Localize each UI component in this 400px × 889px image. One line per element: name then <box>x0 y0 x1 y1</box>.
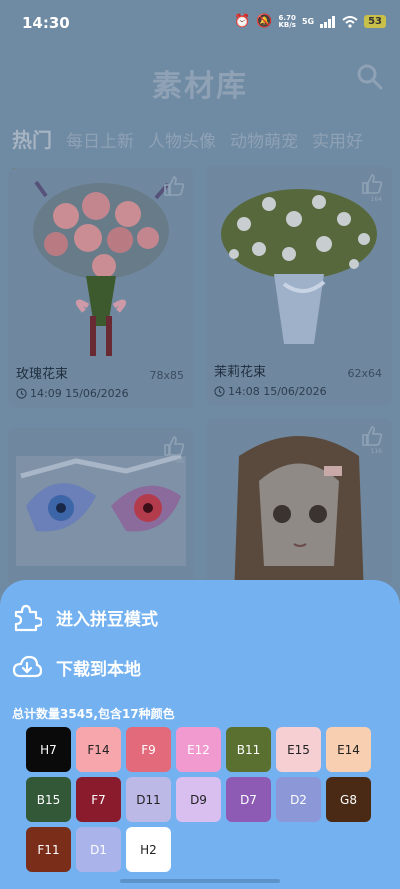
color-swatch[interactable]: H2 <box>126 827 171 872</box>
tab-pets[interactable]: 动物萌宠 <box>230 124 298 164</box>
color-swatch[interactable]: F14 <box>76 727 121 772</box>
cloud-download-icon <box>12 655 42 678</box>
pattern-name: 茉莉花束 <box>214 365 267 380</box>
pattern-size: 62x64 <box>347 367 382 380</box>
enter-puzzle-mode-button[interactable]: 进入拼豆模式 <box>12 602 158 632</box>
color-swatch[interactable]: B15 <box>26 777 71 822</box>
network-type: 5G <box>301 17 315 26</box>
bottom-sheet: 进入拼豆模式 下载到本地 总计数量3545,包含17种颜色 H7 F14 F9 E12… <box>0 580 400 889</box>
color-swatch[interactable]: F9 <box>126 727 171 772</box>
tab-practical[interactable]: 实用好 <box>312 124 363 164</box>
alarm-icon: ⏰ <box>234 14 251 29</box>
color-swatch[interactable]: E12 <box>176 727 221 772</box>
pattern-date-text: 14:08 15/06/2026 <box>228 385 327 398</box>
like-icon[interactable] <box>360 424 384 448</box>
color-swatch[interactable]: D2 <box>276 777 321 822</box>
color-swatch[interactable]: E15 <box>276 727 321 772</box>
search-icon[interactable] <box>356 63 384 91</box>
color-swatch[interactable]: B11 <box>226 727 271 772</box>
like-count: 86 <box>176 458 184 465</box>
anime-girl-image <box>234 436 364 596</box>
home-indicator <box>120 879 280 883</box>
status-bar: 14:30 ⏰ 🔕 6.70 KB/s 5G 53 <box>0 0 400 48</box>
color-swatch[interactable]: D11 <box>126 777 171 822</box>
net-speed: 6.70 KB/s <box>278 14 296 29</box>
enter-puzzle-mode-label: 进入拼豆模式 <box>56 609 158 630</box>
like-icon[interactable] <box>162 174 186 198</box>
tab-hot[interactable]: 热门 <box>12 124 52 172</box>
color-swatch[interactable]: D7 <box>226 777 271 822</box>
color-swatch[interactable]: H7 <box>26 727 71 772</box>
color-swatch[interactable]: G8 <box>326 777 371 822</box>
status-icons: ⏰ 🔕 6.70 KB/s 5G 53 <box>234 14 386 29</box>
puzzle-icon <box>14 604 42 632</box>
color-swatch[interactable]: F11 <box>26 827 71 872</box>
pattern-date: 14:09 15/06/2026 <box>16 387 129 400</box>
pattern-name: 玫瑰花束 <box>16 367 69 382</box>
jasmine-bouquet-image <box>221 189 377 344</box>
like-icon[interactable] <box>162 434 186 458</box>
anime-eye-image <box>16 453 186 566</box>
category-tabs: 热门 每日上新 人物头像 动物萌宠 实用好 <box>12 124 363 172</box>
pattern-card[interactable]: 116 <box>206 418 392 598</box>
color-summary: 总计数量3545,包含17种颜色 <box>12 707 175 721</box>
pattern-card[interactable]: 86 <box>8 428 194 598</box>
like-icon[interactable] <box>360 172 384 196</box>
color-swatch[interactable]: E14 <box>326 727 371 772</box>
tab-label: 热门 <box>12 128 52 152</box>
signal-icon <box>320 15 336 28</box>
like-count: 116 <box>370 448 382 455</box>
pattern-date: 14:08 15/06/2026 <box>214 385 327 398</box>
color-swatch[interactable]: D9 <box>176 777 221 822</box>
download-local-label: 下载到本地 <box>56 659 141 680</box>
color-swatch[interactable]: F7 <box>76 777 121 822</box>
color-swatch[interactable]: D1 <box>76 827 121 872</box>
rose-bouquet-image <box>33 180 170 356</box>
page-title: 素材库 <box>152 69 248 104</box>
clock-icon <box>16 388 27 399</box>
pattern-card[interactable]: 玫瑰花束 78x85 14:09 15/06/2026 <box>8 168 194 408</box>
status-time: 14:30 <box>22 14 70 32</box>
like-count: 164 <box>370 196 382 203</box>
battery-level: 53 <box>364 15 386 28</box>
clock-icon <box>214 386 225 397</box>
pattern-date-text: 14:09 15/06/2026 <box>30 387 129 400</box>
header: 素材库 <box>0 55 400 105</box>
download-local-button[interactable]: 下载到本地 <box>12 652 141 682</box>
wifi-icon <box>342 15 358 28</box>
net-speed-unit: KB/s <box>278 20 296 29</box>
tab-daily-new[interactable]: 每日上新 <box>66 124 134 164</box>
tab-portraits[interactable]: 人物头像 <box>148 124 216 164</box>
mute-icon: 🔕 <box>256 14 273 29</box>
pattern-size: 78x85 <box>149 369 184 382</box>
pattern-card[interactable]: 164 茉莉花束 62x64 14:08 15/06/2026 <box>206 166 392 406</box>
